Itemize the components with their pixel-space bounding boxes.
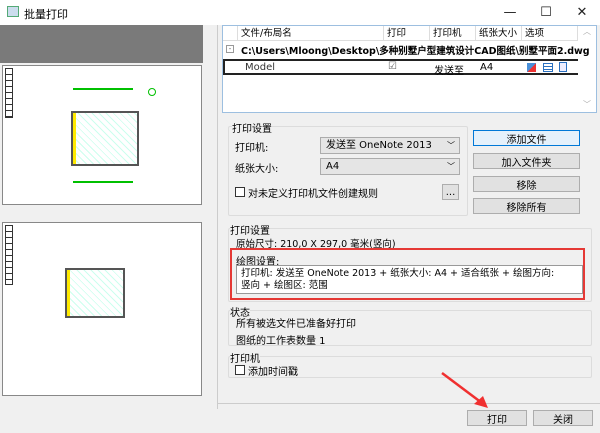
floor-plan-drawing	[71, 111, 139, 166]
table-row[interactable]: Model ☑ 发送至 A4	[223, 59, 578, 77]
preview-page-2[interactable]	[2, 222, 202, 396]
rule-browse-button[interactable]: ...	[442, 184, 459, 200]
file-table[interactable]: 文件/布局名 打印 打印机 纸张大小 选项 ︿ ﹀ - C:\Users\Mlo…	[222, 25, 597, 113]
column-header-print[interactable]: 打印	[384, 26, 430, 41]
title-block	[5, 68, 13, 118]
title-block	[5, 225, 13, 285]
close-dialog-button[interactable]: 关闭	[533, 410, 593, 426]
paper-cell: A4	[480, 62, 494, 73]
tree-column-header	[223, 26, 238, 41]
layers-icon[interactable]	[543, 63, 553, 72]
minimize-button[interactable]: —	[492, 0, 528, 25]
printer-cell: 发送至	[434, 66, 464, 77]
table-scrollbar[interactable]: ︿ ﹀	[578, 26, 596, 112]
printer-select-value: 发送至 OneNote 2013	[326, 140, 432, 151]
layout-name: Model	[245, 62, 276, 73]
north-arrow-icon	[148, 88, 156, 96]
timestamp-label[interactable]: 添加时间戳	[248, 363, 298, 378]
timestamp-checkbox[interactable]	[235, 365, 245, 375]
chevron-down-icon: ﹀	[447, 162, 455, 171]
print-checkbox[interactable]: ☑	[388, 61, 397, 72]
column-header-printer[interactable]: 打印机	[430, 26, 476, 41]
column-header-options[interactable]: 选项	[522, 26, 578, 41]
print-settings-title: 打印设置	[232, 120, 272, 135]
paper-size-select[interactable]: A4 ﹀	[320, 158, 460, 175]
tree-collapse-icon[interactable]: -	[226, 45, 234, 53]
title-bar: 批量打印 — ☐ ✕	[0, 0, 600, 25]
dimension-line	[73, 88, 133, 90]
chevron-down-icon: ﹀	[447, 141, 455, 150]
page-setup-icon[interactable]	[527, 63, 536, 72]
dimension-line	[73, 181, 133, 183]
add-file-button[interactable]: 添加文件	[473, 130, 580, 146]
scroll-up-icon[interactable]: ︿	[578, 26, 596, 37]
add-folder-button[interactable]: 加入文件夹	[473, 153, 580, 169]
preview-panel[interactable]	[0, 25, 218, 409]
printer-label: 打印机:	[235, 143, 269, 154]
paper-size-label: 纸张大小:	[235, 164, 279, 175]
printer-select[interactable]: 发送至 OneNote 2013 ﹀	[320, 137, 460, 154]
remove-button[interactable]: 移除	[473, 176, 580, 192]
paper-icon[interactable]	[559, 62, 567, 72]
remove-all-button[interactable]: 移除所有	[473, 198, 580, 214]
status-ready: 所有被选文件已准备好打印	[236, 319, 356, 330]
preview-page-1[interactable]	[2, 65, 202, 205]
status-sheet-count: 图纸的工作表数量 1	[236, 336, 326, 347]
window-title: 批量打印	[24, 8, 68, 21]
highlight-box	[230, 248, 585, 300]
create-rule-checkbox[interactable]	[235, 187, 245, 197]
plot-settings-title: 打印设置	[230, 222, 270, 237]
paper-size-value: A4	[326, 161, 340, 172]
scroll-down-icon[interactable]: ﹀	[578, 99, 596, 110]
footer-divider	[218, 403, 600, 404]
floor-plan-drawing	[65, 268, 125, 318]
maximize-button[interactable]: ☐	[528, 0, 564, 25]
close-button[interactable]: ✕	[564, 0, 600, 25]
column-header-paper[interactable]: 纸张大小	[476, 26, 522, 41]
preview-header	[0, 25, 203, 63]
column-header-name[interactable]: 文件/布局名	[238, 26, 384, 41]
app-icon	[7, 6, 19, 17]
red-arrow-annotation	[441, 372, 488, 408]
file-row[interactable]: C:\Users\Mloong\Desktop\多种别墅户型建筑设计CAD图纸\…	[241, 43, 590, 57]
create-rule-label[interactable]: 对未定义打印机文件创建规则	[248, 185, 378, 200]
